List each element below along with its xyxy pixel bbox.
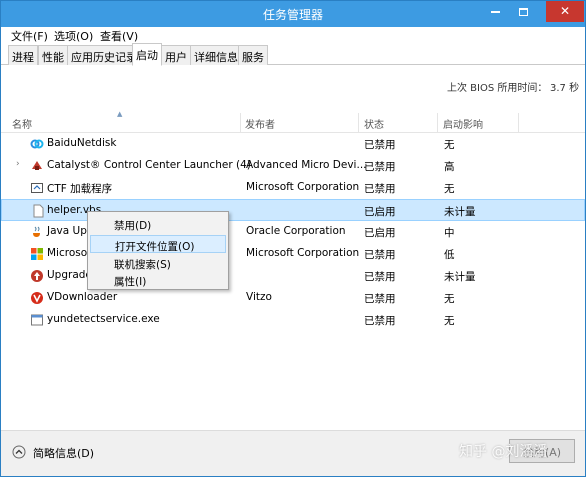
column-divider[interactable] xyxy=(518,113,519,133)
menu-open-file-location[interactable]: 打开文件位置(O) xyxy=(90,235,226,253)
chevron-up-icon[interactable] xyxy=(12,445,26,459)
row-name: Upgrade xyxy=(47,269,92,281)
row-name: VDownloader xyxy=(47,291,118,303)
row-status: 已禁用 xyxy=(364,249,396,261)
row-status: 已禁用 xyxy=(364,271,396,283)
row-publisher: Vitzo xyxy=(246,291,272,303)
table-row[interactable]: BaiduNetdisk 已禁用 无 xyxy=(1,133,585,155)
minimize-button[interactable] xyxy=(482,1,508,22)
tab-details[interactable]: 详细信息 xyxy=(190,45,242,65)
table-row[interactable]: › Catalyst® Control Center Launcher (4) … xyxy=(1,155,585,177)
row-status: 已启用 xyxy=(364,206,396,218)
upgrade-icon xyxy=(31,270,43,282)
java-icon xyxy=(33,226,40,237)
column-name[interactable]: 名称 xyxy=(12,116,32,131)
amd-catalyst-icon xyxy=(32,161,42,170)
tab-processes[interactable]: 进程 xyxy=(8,45,38,65)
sort-ascending-icon: ▲ xyxy=(117,110,123,118)
row-impact: 无 xyxy=(444,139,455,151)
title-bar[interactable]: 任务管理器 ✕ xyxy=(1,1,585,27)
tab-startup[interactable]: 启动 xyxy=(132,43,162,66)
column-divider[interactable] xyxy=(240,113,241,133)
close-icon: ✕ xyxy=(559,4,571,18)
row-impact: 未计量 xyxy=(444,271,476,283)
row-impact: 无 xyxy=(444,183,455,195)
bios-time-label: 上次 BIOS 所用时间： xyxy=(447,83,548,94)
row-status: 已禁用 xyxy=(364,315,396,327)
maximize-button[interactable] xyxy=(510,1,536,22)
menu-search-online[interactable]: 联机搜索(S) xyxy=(90,254,226,272)
tab-performance[interactable]: 性能 xyxy=(38,45,68,65)
baidu-netdisk-icon xyxy=(30,139,44,149)
column-divider[interactable] xyxy=(437,113,438,133)
column-status[interactable]: 状态 xyxy=(364,116,384,131)
table-row[interactable]: yundetectservice.exe 已禁用 无 xyxy=(1,309,585,331)
row-impact: 中 xyxy=(444,227,455,239)
row-publisher: Microsoft Corporation xyxy=(246,181,360,193)
menu-properties[interactable]: 属性(I) xyxy=(90,271,226,289)
row-impact: 无 xyxy=(444,293,455,305)
row-name: Catalyst® Control Center Launcher (4) xyxy=(47,159,251,171)
column-publisher[interactable]: 发布者 xyxy=(245,116,275,131)
watermark: 知乎 @刘潘潘 xyxy=(459,444,548,460)
microsoft-app-icon xyxy=(31,248,43,260)
row-status: 已禁用 xyxy=(364,183,396,195)
row-status: 已禁用 xyxy=(364,293,396,305)
menu-file[interactable]: 文件(F) xyxy=(11,28,48,44)
exe-file-icon xyxy=(31,314,43,326)
minimize-icon xyxy=(490,10,500,13)
brief-info-link[interactable]: 简略信息(D) xyxy=(33,445,94,461)
column-header: ▲ 名称 发布者 状态 启动影响 xyxy=(1,110,585,133)
context-menu: 禁用(D) 打开文件位置(O) 联机搜索(S) 属性(I) xyxy=(87,211,229,290)
menu-view[interactable]: 查看(V) xyxy=(100,28,138,44)
row-impact: 无 xyxy=(444,315,455,327)
column-impact[interactable]: 启动影响 xyxy=(443,116,483,131)
row-status: 已启用 xyxy=(364,227,396,239)
tab-services[interactable]: 服务 xyxy=(238,45,268,65)
vdownloader-icon xyxy=(31,292,43,304)
bios-time-value: 3.7 秒 xyxy=(550,83,580,94)
row-name: CTF 加载程序 xyxy=(47,183,113,195)
row-status: 已禁用 xyxy=(364,139,396,151)
row-name: BaiduNetdisk xyxy=(47,137,117,149)
task-manager-window: 任务管理器 ✕ 文件(F) 选项(O) 查看(V) 进程 性能 应用历史记录 启… xyxy=(0,0,586,477)
ctf-loader-icon xyxy=(31,183,43,193)
column-divider[interactable] xyxy=(358,113,359,133)
row-publisher: Advanced Micro Devi... xyxy=(246,159,367,171)
row-name: yundetectservice.exe xyxy=(47,313,160,325)
tab-users[interactable]: 用户 xyxy=(161,45,191,65)
expand-chevron-icon[interactable]: › xyxy=(16,159,20,169)
row-impact: 低 xyxy=(444,249,455,261)
tab-app-history[interactable]: 应用历史记录 xyxy=(67,45,141,65)
maximize-icon xyxy=(518,7,528,16)
row-impact: 未计量 xyxy=(444,206,476,218)
tab-bar: 进程 性能 应用历史记录 启动 用户 详细信息 服务 xyxy=(1,43,585,66)
row-status: 已禁用 xyxy=(364,161,396,173)
row-impact: 高 xyxy=(444,161,455,173)
menu-options[interactable]: 选项(O) xyxy=(54,28,93,44)
row-name: Microso xyxy=(47,247,88,259)
table-row[interactable]: CTF 加载程序 Microsoft Corporation 已禁用 无 xyxy=(1,177,585,199)
close-button[interactable]: ✕ xyxy=(546,1,584,22)
menu-bar: 文件(F) 选项(O) 查看(V) xyxy=(1,27,585,43)
menu-disable[interactable]: 禁用(D) xyxy=(90,215,226,233)
table-row[interactable]: VDownloader Vitzo 已禁用 无 xyxy=(1,287,585,309)
row-publisher: Oracle Corporation xyxy=(246,225,346,237)
script-file-icon xyxy=(33,204,44,218)
row-publisher: Microsoft Corporation xyxy=(246,247,360,259)
